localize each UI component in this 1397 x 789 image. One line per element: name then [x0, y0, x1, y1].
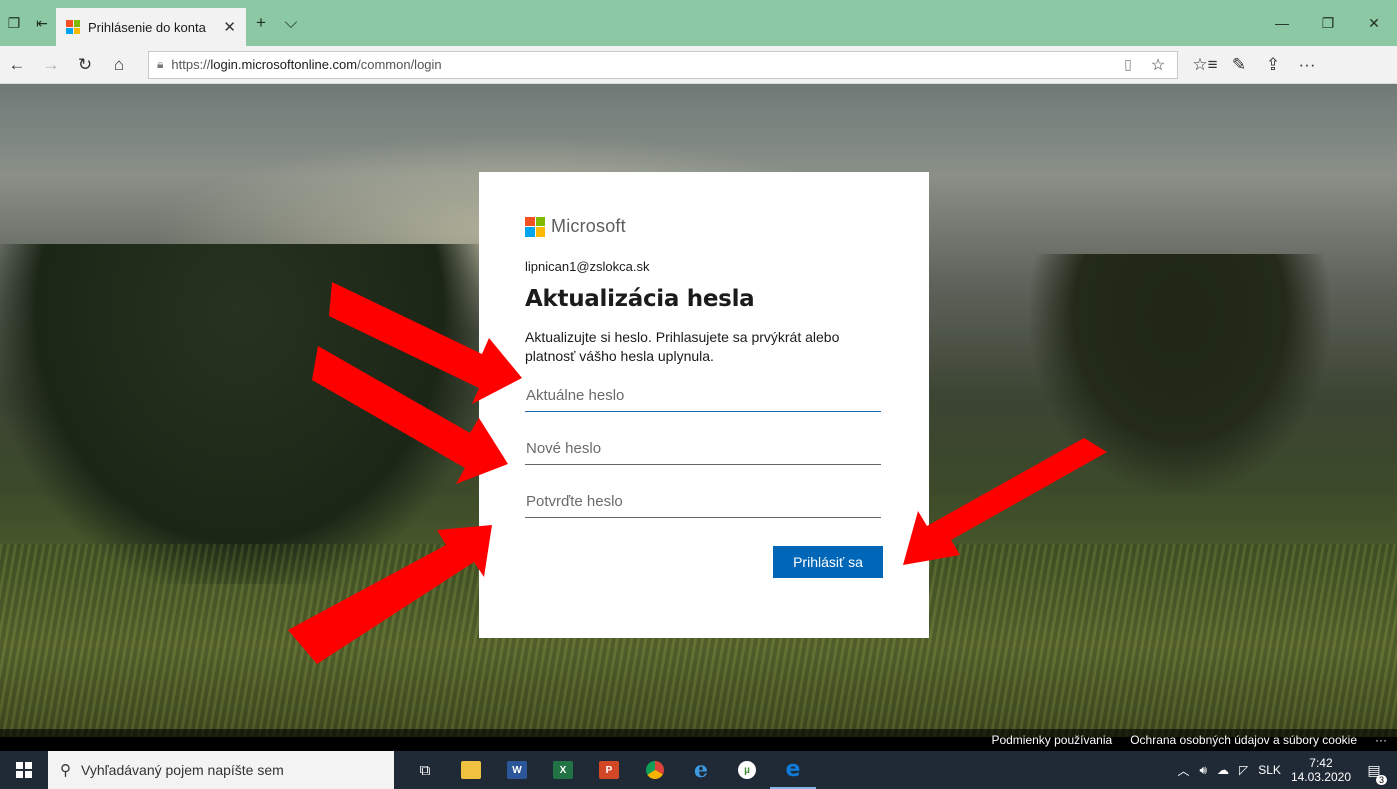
- notification-count: 3: [1375, 774, 1387, 785]
- home-icon[interactable]: ⌂: [102, 46, 136, 84]
- refresh-icon[interactable]: ↻: [68, 46, 102, 84]
- new-tab-icon[interactable]: +: [246, 13, 276, 33]
- utorrent-icon[interactable]: µ: [724, 751, 770, 789]
- background-mountain-right: [1030, 254, 1330, 494]
- page-footer: Podmienky používania Ochrana osobných úd…: [0, 729, 1397, 751]
- restore-window-icon[interactable]: ❐: [1305, 0, 1351, 46]
- share-icon[interactable]: ⇪: [1256, 46, 1290, 84]
- notifications-icon[interactable]: ▤ 3: [1361, 762, 1387, 785]
- more-options-icon[interactable]: ···: [1290, 46, 1324, 84]
- back-arrow-icon[interactable]: ←: [0, 46, 34, 84]
- lock-icon: 🔒︎: [157, 57, 164, 71]
- password-update-card: Microsoft lipnican1@zslokca.sk Aktualizá…: [479, 172, 929, 638]
- windows-logo-icon: [16, 762, 32, 778]
- windows-taskbar: ⚲ Vyhľadávaný pojem napíšte sem ⧉ W X P …: [0, 751, 1397, 789]
- favorite-star-icon[interactable]: ☆: [1147, 55, 1169, 75]
- microsoft-brand: Microsoft: [525, 216, 883, 237]
- brand-name: Microsoft: [551, 216, 626, 236]
- internet-explorer-icon[interactable]: e: [678, 751, 724, 789]
- excel-icon[interactable]: X: [540, 751, 586, 789]
- chrome-icon[interactable]: [632, 751, 678, 789]
- system-tray: ︿ 🔊︎ ☁ ◸ SLK 7:42 14.03.2020 ▤ 3: [1177, 756, 1397, 785]
- volume-icon[interactable]: 🔊︎: [1199, 763, 1207, 778]
- tab-title: Prihlásenie do konta: [88, 19, 206, 35]
- search-icon: ⚲: [60, 762, 71, 779]
- forward-arrow-icon[interactable]: →: [34, 46, 68, 84]
- word-icon[interactable]: W: [494, 751, 540, 789]
- search-placeholder: Vyhľadávaný pojem napíšte sem: [81, 762, 284, 778]
- privacy-link[interactable]: Ochrana osobných údajov a súbory cookie: [1130, 733, 1357, 747]
- current-password-input[interactable]: [525, 380, 881, 412]
- microsoft-favicon-icon: [66, 20, 80, 34]
- account-email: lipnican1@zslokca.sk: [525, 259, 650, 274]
- taskbar-search-box[interactable]: ⚲ Vyhľadávaný pojem napíšte sem: [48, 751, 394, 789]
- language-indicator[interactable]: SLK: [1258, 763, 1281, 777]
- url-text: https://login.microsoftonline.com/common…: [171, 57, 442, 72]
- terms-link[interactable]: Podmienky používania: [991, 733, 1112, 747]
- footer-more-icon[interactable]: ···: [1375, 733, 1387, 747]
- favorites-hub-icon[interactable]: ☆≡: [1188, 46, 1222, 84]
- reading-view-icon[interactable]: ▯: [1117, 56, 1139, 73]
- network-icon[interactable]: ◸: [1239, 763, 1248, 777]
- file-explorer-icon[interactable]: [448, 751, 494, 789]
- browser-address-bar: ← → ↻ ⌂ 🔒︎ https://login.microsoftonline…: [0, 46, 1397, 84]
- url-field[interactable]: 🔒︎ https://login.microsoftonline.com/com…: [148, 50, 1178, 79]
- start-button[interactable]: [0, 751, 48, 789]
- microsoft-logo-icon: [525, 216, 545, 237]
- minimize-window-icon[interactable]: —: [1259, 0, 1305, 46]
- clock[interactable]: 7:42 14.03.2020: [1291, 756, 1351, 784]
- powerpoint-icon[interactable]: P: [586, 751, 632, 789]
- browser-tab-bar: ❐ ⇤ Prihlásenie do konta ✕ + ⌵ — ❐ ✕: [0, 0, 1397, 46]
- set-aside-tabs-icon[interactable]: ⇤: [28, 0, 56, 46]
- task-view-icon[interactable]: ⧉: [402, 751, 448, 789]
- new-password-input[interactable]: [525, 433, 881, 465]
- onedrive-cloud-icon[interactable]: ☁: [1217, 763, 1229, 777]
- edge-icon[interactable]: e: [770, 751, 816, 789]
- tab-preview-chevron-icon[interactable]: ⌵: [276, 13, 306, 33]
- confirm-password-input[interactable]: [525, 486, 881, 518]
- clock-date: 14.03.2020: [1290, 770, 1351, 784]
- tab-close-icon[interactable]: ✕: [223, 18, 236, 36]
- sign-in-button[interactable]: Prihlásiť sa: [773, 546, 883, 578]
- tab-manager-icon[interactable]: ❐: [0, 0, 28, 46]
- web-note-pen-icon[interactable]: ✎: [1222, 46, 1256, 84]
- browser-tab-active[interactable]: Prihlásenie do konta ✕: [56, 8, 246, 46]
- background-mountain-left: [0, 244, 480, 584]
- close-window-icon[interactable]: ✕: [1351, 0, 1397, 46]
- clock-time: 7:42: [1309, 756, 1333, 770]
- description-text: Aktualizujte si heslo. Prihlasujete sa p…: [525, 329, 840, 364]
- page-title: Aktualizácia hesla: [525, 286, 755, 312]
- show-hidden-icons-chevron-icon[interactable]: ︿: [1177, 762, 1189, 779]
